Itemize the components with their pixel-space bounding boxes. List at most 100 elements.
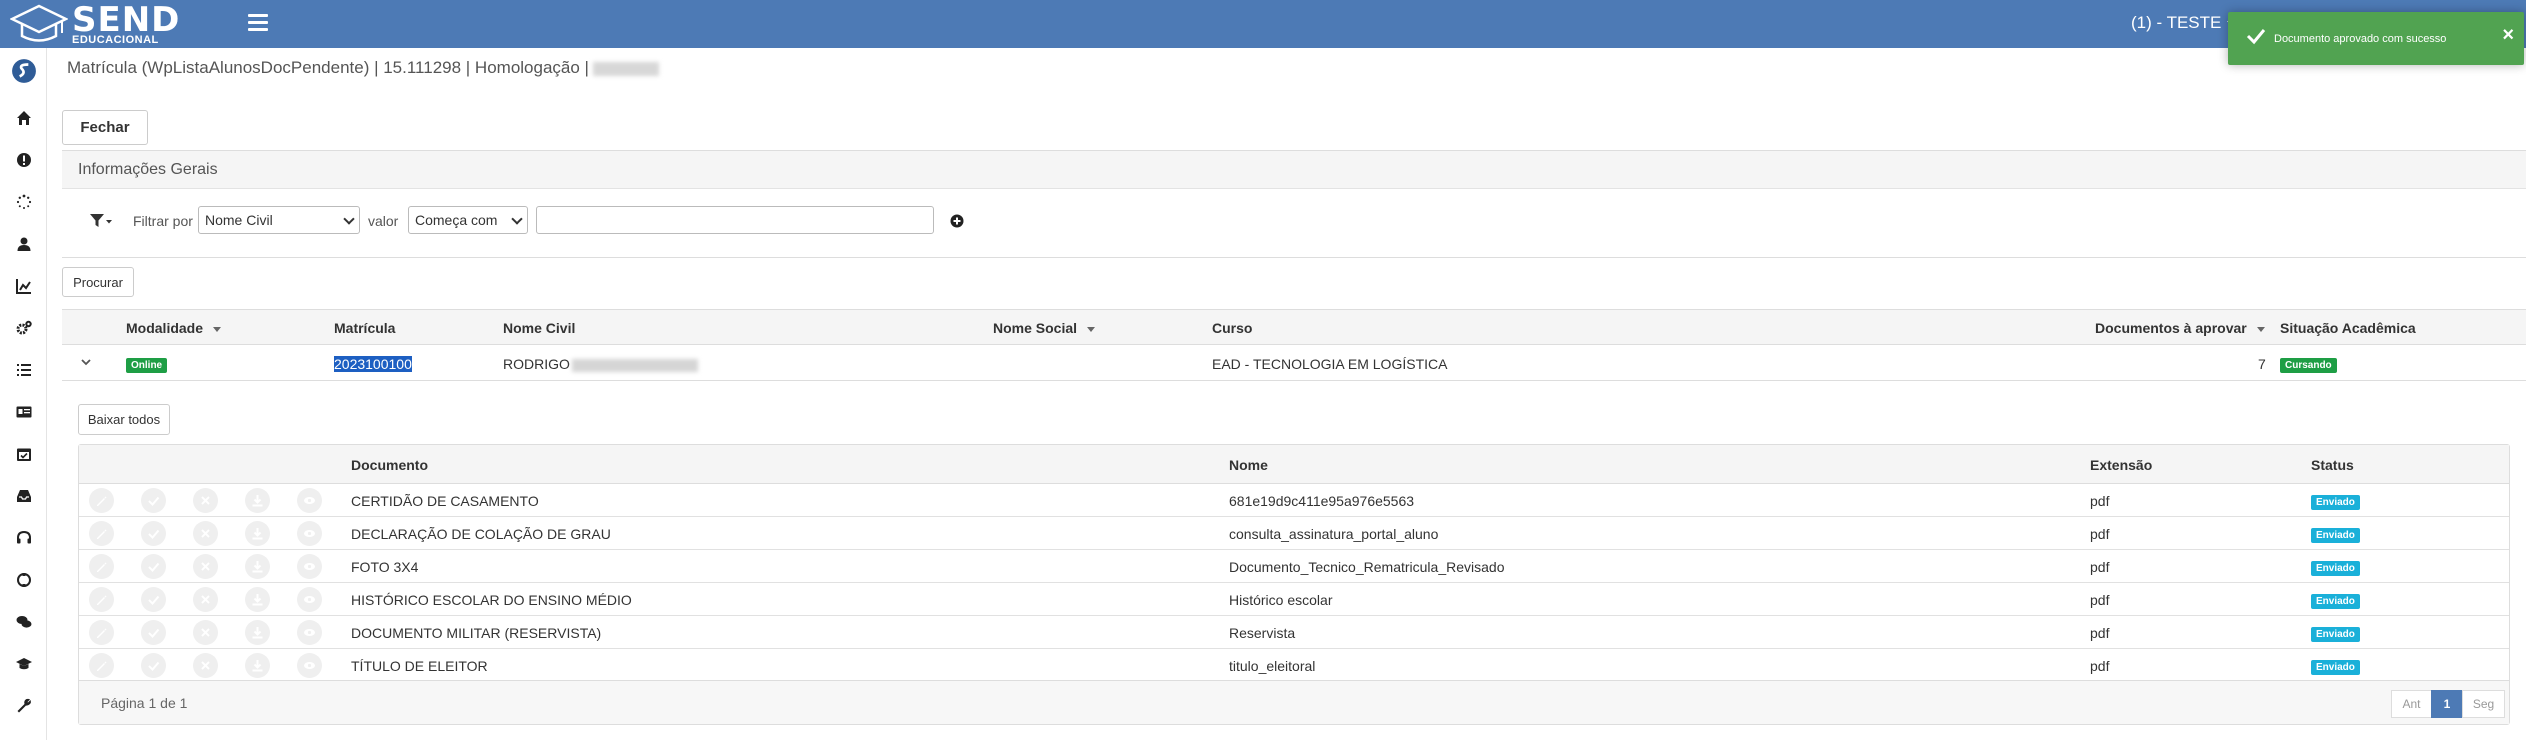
user-icon[interactable] (0, 223, 47, 265)
download-icon[interactable] (245, 620, 270, 645)
edit-icon[interactable] (89, 653, 114, 678)
col-documentos-label: Documentos à aprovar (2095, 320, 2247, 336)
filter-field-select[interactable]: Nome Civil (198, 206, 360, 234)
graduation-cap-icon[interactable] (0, 643, 47, 685)
headset-icon[interactable] (0, 517, 47, 559)
reject-icon[interactable] (193, 488, 218, 513)
user-label: (1) - TESTE (2131, 13, 2222, 32)
chart-icon[interactable] (0, 265, 47, 307)
search-button[interactable]: Procurar (62, 267, 134, 297)
approve-icon[interactable] (141, 620, 166, 645)
view-icon[interactable] (297, 521, 322, 546)
edit-icon[interactable] (89, 554, 114, 579)
nome-cell: Documento_Tecnico_Rematricula_Revisado (1229, 559, 1505, 575)
id-card-icon[interactable] (0, 391, 47, 433)
wrench-icon[interactable] (0, 685, 47, 727)
inbox-icon[interactable] (0, 475, 47, 517)
list-icon[interactable] (0, 349, 47, 391)
table-row: HISTÓRICO ESCOLAR DO ENSINO MÉDIO Históri… (79, 583, 2509, 616)
approve-icon[interactable] (141, 488, 166, 513)
view-icon[interactable] (297, 620, 322, 645)
sort-caret-icon (213, 326, 222, 332)
toast-close-icon[interactable]: × (2502, 24, 2514, 47)
page-number-button[interactable]: 1 (2431, 690, 2463, 718)
status-badge: Online (126, 358, 168, 373)
filter-value-input[interactable] (536, 206, 934, 234)
status-badge: Enviado (2311, 627, 2360, 642)
col-status: Status (2311, 457, 2354, 473)
nome-cell: Histórico escolar (1229, 592, 1333, 608)
redacted-text (592, 61, 659, 76)
documento-cell: HISTÓRICO ESCOLAR DO ENSINO MÉDIO (351, 592, 632, 608)
chat-icon[interactable] (0, 601, 47, 643)
pagination: Ant 1 Seg (2391, 690, 2505, 718)
approve-icon[interactable] (141, 653, 166, 678)
documento-cell: CERTIDÃO DE CASAMENTO (351, 493, 539, 509)
download-icon[interactable] (245, 521, 270, 546)
download-all-button[interactable]: Baixar todos (78, 404, 170, 435)
download-icon[interactable] (245, 488, 270, 513)
filter-icon[interactable] (90, 214, 112, 228)
reject-icon[interactable] (193, 620, 218, 645)
col-documentos[interactable]: Documentos à aprovar (2095, 320, 2265, 336)
col-nome-social[interactable]: Nome Social (993, 320, 1096, 336)
download-icon[interactable] (245, 554, 270, 579)
status-cell: Enviado (2311, 591, 2360, 609)
spinner-icon[interactable] (0, 181, 47, 223)
edit-icon[interactable] (89, 620, 114, 645)
status-cell: Enviado (2311, 525, 2360, 543)
edit-icon[interactable] (89, 488, 114, 513)
view-icon[interactable] (297, 653, 322, 678)
cogs-icon[interactable] (0, 307, 47, 349)
calendar-check-icon[interactable] (0, 433, 47, 475)
approve-icon[interactable] (141, 521, 166, 546)
col-situacao: Situação Acadêmica (2280, 320, 2416, 336)
download-icon[interactable] (245, 587, 270, 612)
edit-icon[interactable] (89, 521, 114, 546)
graduation-cap-logo-icon (10, 4, 68, 42)
page-info: Página 1 de 1 (101, 695, 188, 711)
home-icon[interactable] (0, 97, 47, 139)
prev-page-button[interactable]: Ant (2391, 690, 2432, 718)
view-icon[interactable] (297, 554, 322, 579)
documentos-cell: 7 (2258, 356, 2266, 372)
page-title-text: Matrícula (WpListaAlunosDocPendente) | 1… (67, 58, 589, 77)
support-icon[interactable] (0, 559, 47, 601)
extensao-cell: pdf (2090, 592, 2110, 608)
col-modalidade[interactable]: Modalidade (126, 320, 222, 336)
approve-icon[interactable] (141, 587, 166, 612)
reject-icon[interactable] (193, 521, 218, 546)
app-logo[interactable]: SEND EDUCACIONAL (10, 2, 180, 46)
table-row: FOTO 3X4 Documento_Tecnico_Rematricula_Re… (79, 550, 2509, 583)
add-filter-icon[interactable] (950, 214, 964, 228)
nome-cell: Reservista (1229, 625, 1296, 641)
next-page-button[interactable]: Seg (2462, 690, 2505, 718)
documents-grid-header: Documento Nome Extensão Status (79, 445, 2509, 484)
reject-icon[interactable] (193, 653, 218, 678)
col-matricula: Matrícula (334, 320, 396, 336)
nome-civil-cell: RODRIGO (503, 356, 698, 372)
edit-icon[interactable] (89, 587, 114, 612)
matricula-cell[interactable]: 2023100100 (334, 356, 412, 372)
reject-icon[interactable] (193, 554, 218, 579)
operator-select[interactable]: Começa com (408, 206, 528, 234)
students-grid-header: Modalidade Matrícula Nome Civil Nome Soc… (62, 309, 2526, 345)
documents-grid-footer: Página 1 de 1 Ant 1 Seg (79, 680, 2509, 724)
close-button[interactable]: Fechar (62, 110, 148, 145)
menu-toggle-icon[interactable] (248, 14, 268, 34)
view-icon[interactable] (297, 488, 322, 513)
chevron-down-icon[interactable] (80, 356, 92, 368)
table-row[interactable]: Online 2023100100 RODRIGO EAD - TECNOLOG… (62, 345, 2526, 381)
extensao-cell: pdf (2090, 559, 2110, 575)
documents-grid: Documento Nome Extensão Status CERTIDÃO … (78, 444, 2510, 725)
alert-icon[interactable] (0, 139, 47, 181)
download-icon[interactable] (245, 653, 270, 678)
approve-icon[interactable] (141, 554, 166, 579)
status-cell: Enviado (2311, 624, 2360, 642)
extensao-cell: pdf (2090, 658, 2110, 674)
sidebar-logo-icon[interactable] (0, 50, 47, 92)
table-row: CERTIDÃO DE CASAMENTO 681e19d9c411e95a976… (79, 484, 2509, 517)
view-icon[interactable] (297, 587, 322, 612)
user-menu[interactable]: (1) - TESTE (2131, 13, 2238, 33)
reject-icon[interactable] (193, 587, 218, 612)
